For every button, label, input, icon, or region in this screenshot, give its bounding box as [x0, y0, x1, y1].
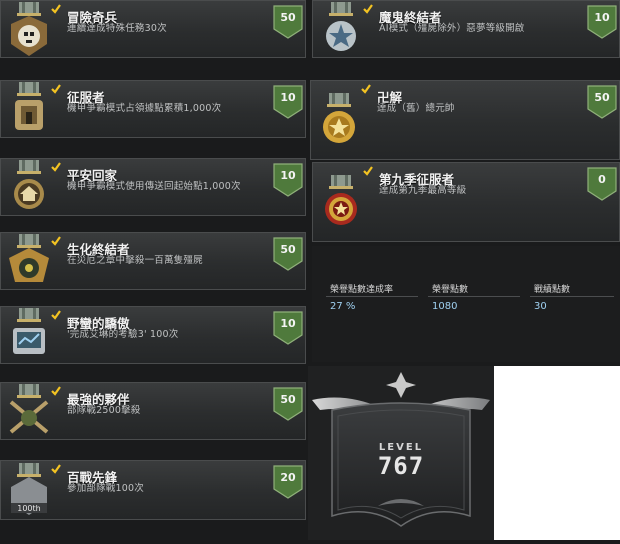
achievement-description: AI模式（殭屍除外）惡夢等級開啟	[379, 23, 525, 34]
star-medal-icon	[319, 2, 363, 58]
battle-points-label: 戰績點數	[534, 285, 571, 295]
points-value: 50	[280, 11, 296, 24]
achievement-description: '完成艾琳的考驗3' 100次	[67, 329, 179, 340]
completed-check-icon	[51, 310, 61, 320]
completion-rate-label: 榮譽點數達成率	[330, 285, 394, 295]
points-badge: 50	[273, 237, 303, 271]
level-emblem: LEVEL 767	[308, 366, 494, 540]
achievement-card[interactable]: 征服者 機甲爭霸模式占領據點累積1,000次 10	[0, 80, 306, 138]
points-value: 0	[598, 173, 606, 186]
crossed-rifles-medal-icon	[7, 384, 51, 440]
points-badge: 50	[587, 85, 617, 119]
season-conqueror-medal-icon	[319, 175, 363, 231]
achievement-card[interactable]: 100th 百戰先鋒 參加部隊戰100次 20	[0, 460, 306, 520]
points-value: 10	[594, 11, 610, 24]
completed-check-icon	[363, 166, 373, 176]
svg-text:100th: 100th	[17, 504, 40, 513]
completed-check-icon	[51, 386, 61, 396]
points-badge: 10	[273, 163, 303, 197]
completed-check-icon	[361, 84, 371, 94]
divider	[530, 296, 614, 297]
points-value: 10	[280, 317, 296, 330]
completed-check-icon	[51, 236, 61, 246]
achievement-description: 機甲爭霸模式使用傳送回起始點1,000次	[67, 181, 241, 192]
completed-check-icon	[363, 4, 373, 14]
points-badge: 50	[273, 387, 303, 421]
monitor-medal-icon	[7, 308, 51, 364]
marshal-medal-icon	[317, 93, 361, 149]
completed-check-icon	[51, 162, 61, 172]
points-value: 10	[280, 91, 296, 104]
points-badge: 0	[587, 167, 617, 201]
achievement-description: 連續達成特殊任務30次	[67, 23, 167, 34]
points-value: 50	[594, 91, 610, 104]
achievement-card[interactable]: 平安回家 機甲爭霸模式使用傳送回起始點1,000次 10	[0, 158, 306, 216]
achievement-card[interactable]: 第九季征服者 達成第九季最高等級 0	[312, 162, 620, 242]
honor-points-label: 榮譽點數	[432, 285, 469, 295]
achievement-description: 在災厄之章中擊殺一百萬隻殭屍	[67, 255, 203, 266]
points-badge: 20	[273, 465, 303, 499]
completed-check-icon	[51, 464, 61, 474]
points-badge: 10	[587, 5, 617, 39]
achievement-description: 參加部隊戰100次	[67, 483, 144, 494]
points-badge: 10	[273, 85, 303, 119]
achievement-card[interactable]: 卍解 達成（舊）總元帥 50	[310, 80, 620, 160]
achievement-description: 部隊戰2500擊殺	[67, 405, 141, 416]
fortress-medal-icon	[7, 82, 51, 138]
achievement-card[interactable]: 野蠻的驕傲 '完成艾琳的考驗3' 100次 10	[0, 306, 306, 364]
level-value: 767	[377, 452, 425, 480]
completed-check-icon	[51, 4, 61, 14]
100th-medal-icon: 100th	[7, 463, 51, 519]
honor-points-value: 1080	[432, 301, 458, 312]
achievement-description: 機甲爭霸模式占領據點累積1,000次	[67, 103, 222, 114]
points-badge: 50	[273, 5, 303, 39]
divider	[326, 296, 418, 297]
points-badge: 10	[273, 311, 303, 345]
completed-check-icon	[51, 84, 61, 94]
achievement-description: 達成（舊）總元帥	[377, 103, 455, 114]
points-value: 10	[280, 169, 296, 182]
stats-panel: 榮譽點數達成率 27 % 榮譽點數 1080 戰績點數 30	[312, 246, 620, 362]
blank-area	[494, 366, 620, 540]
points-value: 20	[280, 471, 296, 484]
battle-points-value: 30	[534, 301, 547, 312]
biohazard-medal-icon	[7, 234, 51, 290]
achievement-card[interactable]: 生化終結者 在災厄之章中擊殺一百萬隻殭屍 50	[0, 232, 306, 290]
divider	[428, 296, 520, 297]
points-value: 50	[280, 393, 296, 406]
achievement-card[interactable]: 魔鬼終結者 AI模式（殭屍除外）惡夢等級開啟 10	[312, 0, 620, 58]
achievement-description: 達成第九季最高等級	[379, 185, 467, 196]
home-medal-icon	[7, 160, 51, 216]
achievement-card[interactable]: 冒險奇兵 連續達成特殊任務30次 50	[0, 0, 306, 58]
skull-medal-icon	[7, 2, 51, 58]
points-value: 50	[280, 243, 296, 256]
completion-rate-value: 27 %	[330, 301, 356, 312]
achievement-card[interactable]: 最強的夥伴 部隊戰2500擊殺 50	[0, 382, 306, 440]
